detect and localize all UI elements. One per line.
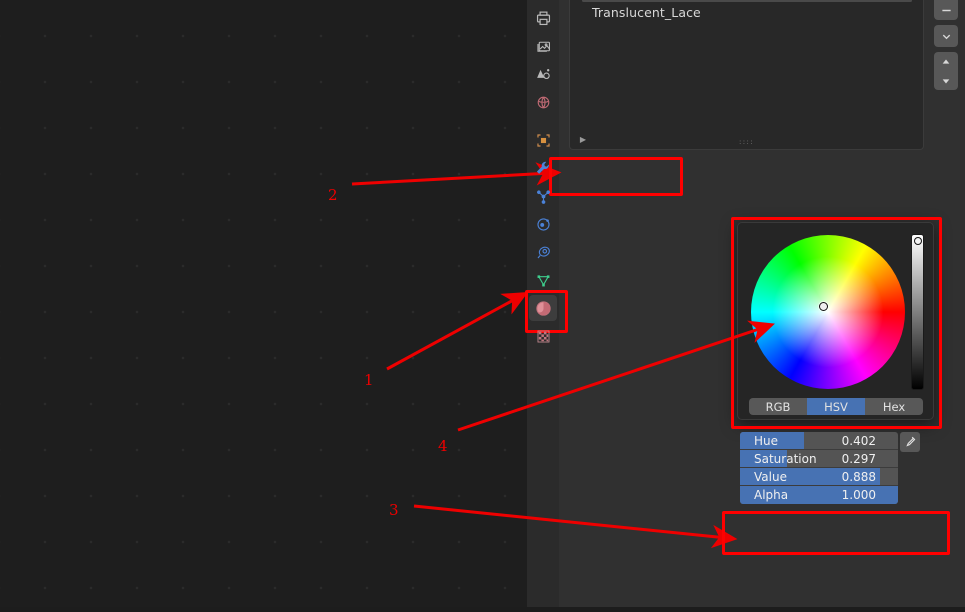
screenshot-root: Translucent_Lace ▶ :::: Backdrop <box>0 0 965 607</box>
annotation-3: 3 <box>389 501 399 519</box>
tab-view-layer[interactable] <box>527 32 559 60</box>
move-slot-up-button[interactable] <box>934 52 958 71</box>
move-slot-down-button[interactable] <box>934 71 958 90</box>
value-label: Value <box>754 470 787 484</box>
eyedropper-button[interactable] <box>900 432 920 452</box>
tab-data[interactable] <box>527 266 559 294</box>
hue-value: 0.402 <box>841 434 876 448</box>
tab-constraints[interactable] <box>527 238 559 266</box>
tab-material[interactable] <box>527 294 559 322</box>
value-slider-cursor[interactable] <box>914 237 922 245</box>
slot-specials-button[interactable] <box>934 25 958 47</box>
annotation-1: 1 <box>364 371 374 389</box>
list-resize-grip[interactable]: :::: <box>570 139 923 146</box>
tab-modifiers[interactable] <box>527 154 559 182</box>
annotation-2: 2 <box>328 186 338 204</box>
tab-particles[interactable] <box>527 182 559 210</box>
tab-world[interactable] <box>527 88 559 116</box>
properties-tab-column <box>527 0 559 607</box>
alpha-label: Alpha <box>754 488 789 502</box>
value-gradient-slider[interactable] <box>911 234 924 390</box>
color-mode-rgb[interactable]: RGB <box>749 398 807 415</box>
list-item[interactable]: Translucent_Lace <box>592 5 701 20</box>
remove-material-slot-button[interactable] <box>934 0 958 20</box>
saturation-value: 0.297 <box>841 452 876 466</box>
hue-label: Hue <box>754 434 779 448</box>
tab-output[interactable] <box>527 4 559 32</box>
value-value: 0.888 <box>841 470 876 484</box>
tab-physics[interactable] <box>527 210 559 238</box>
eyedropper-icon <box>906 436 916 447</box>
hsv-slider-group: Hue 0.402 Saturation 0.297 Value 0.888 A… <box>740 432 898 504</box>
color-mode-hex[interactable]: Hex <box>865 398 923 415</box>
alpha-value: 1.000 <box>841 488 876 502</box>
color-wheel-cursor[interactable] <box>819 302 828 311</box>
color-picker-popup[interactable]: RGB HSV Hex <box>737 222 934 420</box>
list-top-strip <box>582 0 912 2</box>
material-slot-list[interactable]: Translucent_Lace ▶ :::: <box>569 0 924 150</box>
shader-node-editor-canvas[interactable] <box>0 0 527 607</box>
hue-slider[interactable]: Hue 0.402 <box>740 432 898 450</box>
alpha-slider[interactable]: Alpha 1.000 <box>740 486 898 504</box>
color-mode-hsv[interactable]: HSV <box>807 398 865 415</box>
value-slider[interactable]: Value 0.888 <box>740 468 898 486</box>
tab-texture[interactable] <box>527 322 559 350</box>
tab-scene[interactable] <box>527 60 559 88</box>
hsv-color-wheel[interactable] <box>751 235 905 389</box>
annotation-4: 4 <box>438 437 448 455</box>
saturation-label: Saturation <box>754 452 817 466</box>
tab-object[interactable] <box>527 126 559 154</box>
saturation-slider[interactable]: Saturation 0.297 <box>740 450 898 468</box>
